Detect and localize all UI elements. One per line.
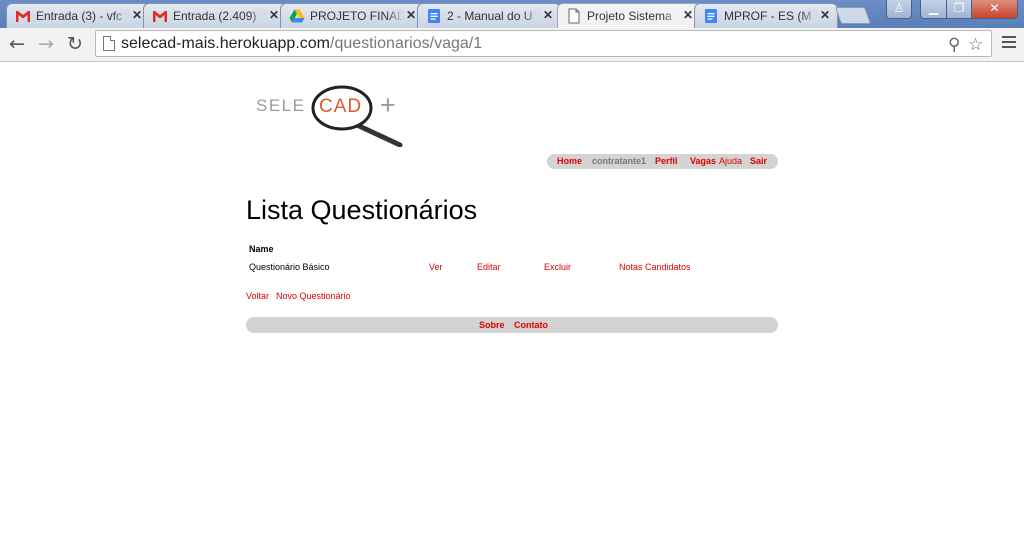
arrow-right-icon: → [38,33,54,55]
user-icon: ♙ [893,1,905,15]
tab-title: MPROF - ES (M [724,9,818,23]
url-text[interactable]: selecad-mais.herokuapp.com/questionarios… [121,35,482,53]
back-button[interactable]: ← [5,32,29,56]
nav-vagas-link[interactable]: Vagas [690,156,716,166]
top-nav-bar: Home contratante1 Perfil Vagas Ajuda Sai… [547,154,778,169]
gmail-icon [153,11,167,22]
arrow-left-icon: ← [9,33,25,55]
close-tab-icon[interactable]: ✕ [820,8,830,22]
table-header-name: Name [249,244,274,254]
drive-icon [289,9,305,23]
nav-user-label: contratante1 [592,156,647,166]
tab-title: 2 - Manual do U [447,9,541,23]
excluir-link[interactable]: Excluir [544,262,571,272]
questionario-name: Questionário Básico [249,262,330,272]
browser-tab-strip: Entrada (3) - vfc ✕ Entrada (2.409) ✕ PR… [0,0,1024,29]
close-icon: ✕ [989,1,1000,15]
page-content: SELE CAD + Home contratante1 Perfil Vaga… [0,63,1024,560]
url-host: selecad-mais.herokuapp.com [121,35,330,52]
tab-title: Projeto Sistema [587,9,681,23]
address-bar[interactable]: selecad-mais.herokuapp.com/questionarios… [95,30,992,57]
footer-contato-link[interactable]: Contato [514,320,548,330]
nav-ajuda-link[interactable]: Ajuda [719,156,742,166]
footer-bar: Sobre Contato [246,317,778,333]
zoom-icon[interactable]: ⚲ [948,35,960,55]
browser-tab[interactable]: 2 - Manual do U ✕ [417,3,561,28]
minimize-button[interactable]: ▁ [920,0,947,19]
tab-title: PROJETO FINAL [310,9,404,23]
logo-text-left: SELE [256,96,305,115]
minimize-icon: ▁ [928,1,939,15]
menu-icon[interactable] [1002,36,1016,51]
page-icon [103,36,115,51]
browser-tab[interactable]: Entrada (2.409) ✕ [143,3,287,28]
reload-icon: ↻ [67,33,83,55]
close-window-button[interactable]: ✕ [971,0,1018,19]
close-tab-icon[interactable]: ✕ [132,8,142,22]
close-tab-icon[interactable]: ✕ [683,8,693,22]
logo-text-center: CAD [319,96,362,117]
maximize-icon: ❐ [953,1,965,15]
footer-sobre-link[interactable]: Sobre [479,320,505,330]
nav-sair-link[interactable]: Sair [750,156,767,166]
browser-toolbar: ← → ↻ selecad-mais.herokuapp.com/questio… [0,28,1024,62]
user-profile-button[interactable]: ♙ [886,0,912,19]
url-path: /questionarios/vaga/1 [330,35,483,52]
novo-questionario-link[interactable]: Novo Questionário [276,291,351,301]
browser-tab-active[interactable]: Projeto Sistema ✕ [557,3,701,29]
voltar-link[interactable]: Voltar [246,291,269,301]
maximize-button[interactable]: ❐ [946,0,972,19]
browser-tab[interactable]: MPROF - ES (M ✕ [694,3,838,28]
forward-button[interactable]: → [34,32,58,56]
browser-tab[interactable]: Entrada (3) - vfc ✕ [6,3,150,28]
ver-link[interactable]: Ver [429,262,443,272]
close-tab-icon[interactable]: ✕ [269,8,279,22]
nav-perfil-link[interactable]: Perfil [655,156,678,166]
new-tab-button[interactable] [834,7,872,24]
logo-plus: + [380,90,396,120]
gmail-icon [16,11,30,22]
nav-home-link[interactable]: Home [557,156,582,166]
close-tab-icon[interactable]: ✕ [406,8,416,22]
docs-icon [705,9,717,23]
close-tab-icon[interactable]: ✕ [543,8,553,22]
selecad-logo: SELE CAD + [256,85,403,147]
editar-link[interactable]: Editar [477,262,501,272]
reload-button[interactable]: ↻ [63,32,87,56]
tab-title: Entrada (2.409) [173,9,267,23]
docs-icon [428,9,440,23]
tab-title: Entrada (3) - vfc [36,9,130,23]
browser-tab[interactable]: PROJETO FINAL ✕ [280,3,424,28]
page-icon [568,8,580,24]
page-title: Lista Questionários [246,195,478,225]
notas-candidatos-link[interactable]: Notas Candidatos [619,262,691,272]
star-icon[interactable]: ☆ [968,35,983,55]
